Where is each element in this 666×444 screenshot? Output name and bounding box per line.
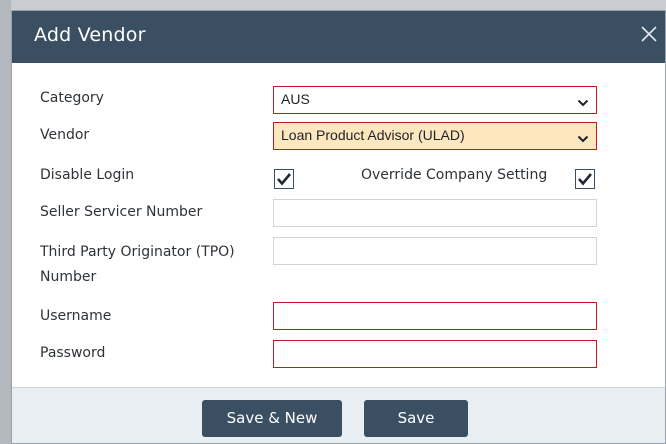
background-strip-left	[0, 0, 11, 444]
save-and-new-button[interactable]: Save & New	[202, 400, 342, 437]
vendor-label: Vendor	[40, 127, 90, 143]
add-vendor-dialog: Add Vendor Category AUS Vendor Loan Prod…	[11, 10, 666, 444]
override-company-setting-label: Override Company Setting	[361, 167, 548, 183]
username-input[interactable]	[273, 302, 597, 330]
vendor-select[interactable]: Loan Product Advisor (ULAD)	[273, 122, 597, 150]
background-strip-top	[0, 0, 666, 10]
close-icon[interactable]	[639, 24, 661, 46]
save-button[interactable]: Save	[364, 400, 468, 437]
vendor-value: Loan Product Advisor (ULAD)	[281, 127, 465, 143]
chevron-down-icon	[577, 131, 589, 143]
dialog-title: Add Vendor	[34, 24, 146, 46]
tpo-number-label-line2: Number	[40, 269, 97, 285]
password-label: Password	[40, 345, 106, 361]
seller-servicer-number-label: Seller Servicer Number	[40, 204, 203, 220]
category-label: Category	[40, 90, 104, 106]
tpo-number-label-line1: Third Party Originator (TPO)	[40, 244, 235, 260]
category-select[interactable]: AUS	[273, 86, 597, 114]
password-input[interactable]	[273, 340, 597, 368]
seller-servicer-number-input[interactable]	[273, 199, 597, 227]
checkmark-icon	[277, 173, 291, 186]
tpo-number-input[interactable]	[273, 237, 597, 265]
category-value: AUS	[281, 91, 310, 107]
disable-login-label: Disable Login	[40, 167, 135, 183]
username-label: Username	[40, 308, 112, 324]
dialog-titlebar: Add Vendor	[12, 11, 665, 63]
chevron-down-icon	[577, 95, 589, 107]
dialog-footer: Save & New Save	[12, 387, 665, 443]
override-company-setting-checkbox[interactable]	[575, 169, 595, 189]
checkmark-icon	[578, 173, 592, 186]
disable-login-checkbox[interactable]	[274, 169, 294, 189]
